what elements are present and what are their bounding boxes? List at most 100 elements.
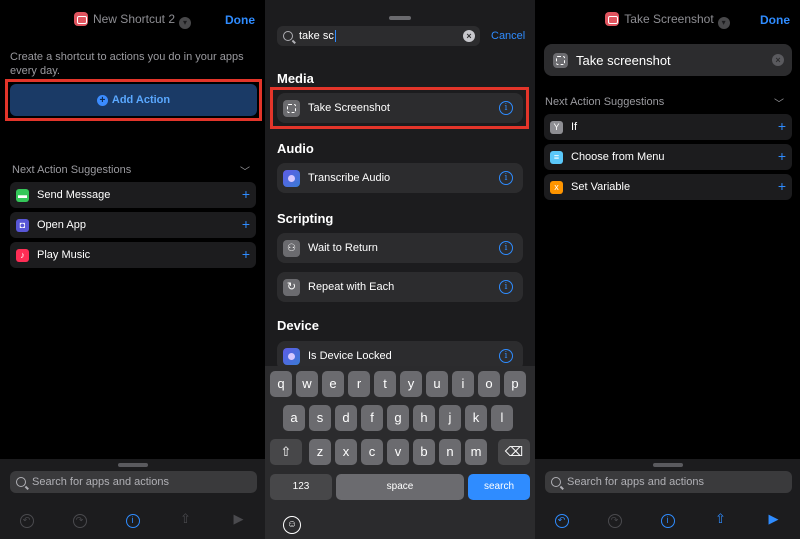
nav-bar: Take Screenshot ▾ Done [535,0,800,40]
bottom-sheet: Search for apps and actions ↶ ↷ i ⇧ ▶ [0,459,265,539]
search-key[interactable]: search [468,474,530,500]
redo-icon[interactable]: ↷ [72,511,88,528]
key-i[interactable]: i [452,371,474,397]
key-k[interactable]: k [465,405,487,431]
key-f[interactable]: f [361,405,383,431]
collapse-chevron-icon[interactable]: ﹀ [774,95,784,110]
info-icon[interactable]: i [499,280,513,294]
sheet-grabber[interactable] [389,16,411,20]
numbers-key[interactable]: 123 [270,474,332,500]
key-j[interactable]: j [439,405,461,431]
redo-icon[interactable]: ↷ [607,511,623,528]
play-icon[interactable]: ▶ [766,511,782,527]
key-b[interactable]: b [413,439,435,465]
key-o[interactable]: o [478,371,500,397]
key-u[interactable]: u [426,371,448,397]
key-w[interactable]: w [296,371,318,397]
key-m[interactable]: m [465,439,487,465]
suggestion-label: Choose from Menu [571,151,665,163]
suggestion-send-message[interactable]: ▬ Send Message + [10,182,256,208]
suggestion-open-app[interactable]: ◘ Open App + [10,212,256,238]
space-key[interactable]: space [336,474,464,500]
action-search-input[interactable]: take sc × [277,26,480,46]
key-d[interactable]: d [335,405,357,431]
action-transcribe-audio[interactable]: Transcribe Audio i [277,163,523,193]
done-button[interactable]: Done [760,13,790,27]
key-s[interactable]: s [309,405,331,431]
suggestion-set-variable[interactable]: x Set Variable + [544,174,792,200]
take-screenshot-action-card[interactable]: Take screenshot × [544,44,792,76]
play-icon[interactable]: ▶ [231,511,247,527]
shift-icon: ⇧ [280,444,292,459]
cancel-button[interactable]: Cancel [491,30,525,42]
key-n[interactable]: n [439,439,461,465]
section-device: Device [277,318,319,333]
search-icon [551,477,561,487]
key-c[interactable]: c [361,439,383,465]
info-icon[interactable]: i [499,171,513,185]
key-e[interactable]: e [322,371,344,397]
action-wait-to-return[interactable]: ⚇ Wait to Return i [277,233,523,263]
search-icon [16,477,26,487]
suggestions-header: Next Action Suggestions [545,96,665,108]
done-button[interactable]: Done [225,13,255,27]
add-icon[interactable]: + [242,217,250,231]
search-input[interactable]: Search for apps and actions [545,471,792,493]
add-icon[interactable]: + [778,149,786,163]
info-icon[interactable]: i [499,349,513,363]
clear-icon[interactable]: × [463,30,475,42]
key-g[interactable]: g [387,405,409,431]
undo-icon[interactable]: ↶ [19,511,35,528]
key-y[interactable]: y [400,371,422,397]
share-icon[interactable]: ⇧ [178,511,194,527]
key-r[interactable]: r [348,371,370,397]
suggestion-play-music[interactable]: ♪ Play Music + [10,242,256,268]
add-icon[interactable]: + [242,247,250,261]
shift-key[interactable]: ⇧ [270,439,302,465]
take-screenshot-highlight [270,87,529,129]
add-action-button[interactable]: + Add Action [10,84,257,116]
info-icon[interactable]: i [660,511,676,528]
key-q[interactable]: q [270,371,292,397]
add-icon[interactable]: + [778,119,786,133]
action-label: Repeat with Each [308,281,395,293]
action-label: Transcribe Audio [308,172,391,184]
suggestion-choose-from-menu[interactable]: ≡ Choose from Menu + [544,144,792,170]
share-icon[interactable]: ⇧ [713,511,729,527]
shortcut-app-icon [605,12,620,26]
variable-icon: x [550,180,563,194]
undo-icon[interactable]: ↶ [554,511,570,528]
search-input[interactable]: Search for apps and actions [10,471,257,493]
sheet-grabber[interactable] [652,463,683,467]
message-icon: ▬ [16,188,29,202]
text-cursor [334,30,337,42]
action-label: Is Device Locked [308,350,392,362]
sheet-grabber[interactable] [117,463,148,467]
add-action-label: Add Action [111,94,171,106]
key-t[interactable]: t [374,371,396,397]
suggestion-if[interactable]: Y If + [544,114,792,140]
search-placeholder: Search for apps and actions [32,476,169,488]
info-icon[interactable]: i [499,241,513,255]
if-icon: Y [550,120,563,134]
remove-action-icon[interactable]: × [772,54,784,66]
keyboard: q w e r t y u i o p a s d f g h j k l ⇧ … [265,366,535,539]
key-a[interactable]: a [283,405,305,431]
collapse-chevron-icon[interactable]: ﹀ [240,163,250,178]
key-z[interactable]: z [309,439,331,465]
key-h[interactable]: h [413,405,435,431]
key-l[interactable]: l [491,405,513,431]
key-p[interactable]: p [504,371,526,397]
add-icon[interactable]: + [778,179,786,193]
search-value: take sc [299,30,334,42]
action-repeat-with-each[interactable]: ↻ Repeat with Each i [277,272,523,302]
suggestion-label: Set Variable [571,181,631,193]
add-icon[interactable]: + [242,187,250,201]
backspace-key[interactable]: ⌫ [498,439,530,465]
info-icon[interactable]: i [125,511,141,528]
shortcut-app-icon [73,12,88,26]
nav-bar: New Shortcut 2 ▾ Done [0,0,265,40]
key-x[interactable]: x [335,439,357,465]
key-v[interactable]: v [387,439,409,465]
emoji-icon[interactable]: ☺ [283,516,301,534]
